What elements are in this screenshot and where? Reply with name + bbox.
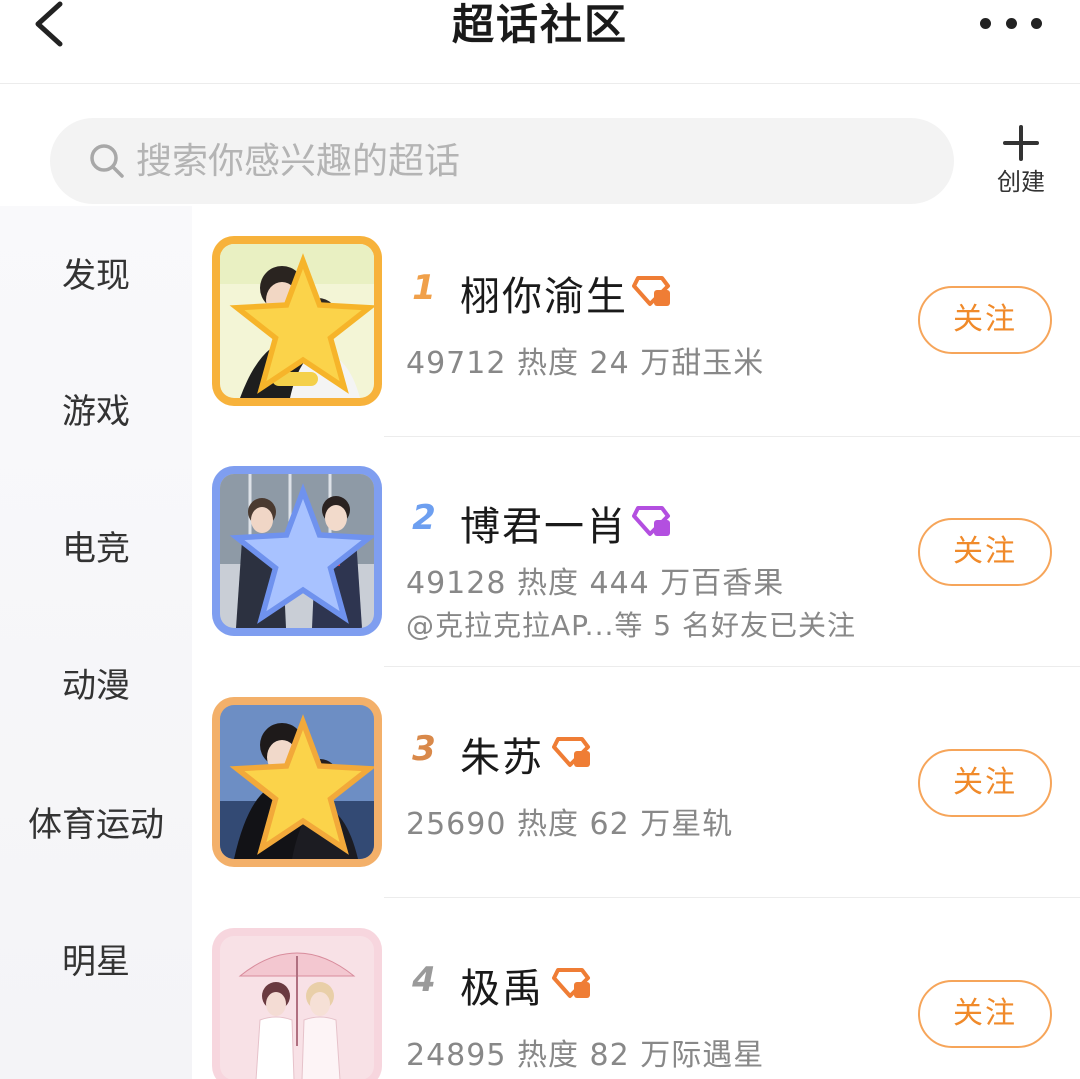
topic-stats: 49128 热度 444 万百香果 xyxy=(406,566,785,601)
topic-name: 极禹 xyxy=(460,966,544,1012)
rank-number: 4 xyxy=(412,960,436,1000)
star-decoration-icon xyxy=(229,483,374,624)
chevron-left-icon xyxy=(35,1,63,47)
create-button[interactable]: 创建 xyxy=(988,120,1054,200)
cover-image xyxy=(220,936,374,1079)
star-decoration-icon xyxy=(229,714,374,855)
follow-button[interactable]: 关注 xyxy=(918,749,1052,817)
topic-row[interactable]: 3 朱苏 25690 热度 62 万星轨 关注 xyxy=(192,667,1080,898)
level-diamond-icon xyxy=(552,737,590,767)
page-title: 超话社区 xyxy=(451,0,628,49)
follow-button[interactable]: 关注 xyxy=(918,518,1052,586)
topic-cover xyxy=(212,697,382,867)
search-bar[interactable] xyxy=(50,118,954,204)
more-dot xyxy=(1031,17,1042,29)
level-diamond-icon xyxy=(632,276,670,306)
friends-followed: @克拉克拉AP...等 5 名好友已关注 xyxy=(406,609,856,642)
sidebar-item-celebrity[interactable]: 明星 xyxy=(0,927,192,997)
back-button[interactable] xyxy=(30,0,74,52)
search-icon xyxy=(90,144,124,178)
follow-button[interactable]: 关注 xyxy=(918,980,1052,1048)
topic-row[interactable]: 4 极禹 24895 热度 82 万际遇星 关注 xyxy=(192,898,1080,1079)
more-dot xyxy=(980,17,991,29)
topic-stats: 24895 热度 82 万际遇星 xyxy=(406,1038,765,1073)
top-bar: 超话社区 xyxy=(0,0,1080,84)
search-input[interactable] xyxy=(136,140,876,182)
more-button[interactable] xyxy=(980,12,1042,34)
topic-stats: 49712 热度 24 万甜玉米 xyxy=(406,346,765,381)
topic-row[interactable]: 1 栩你渝生 49712 热度 24 万甜玉米 关注 xyxy=(192,206,1080,437)
star-decoration-icon xyxy=(229,253,374,394)
sidebar-item-discover[interactable]: 发现 xyxy=(0,241,192,311)
topic-stats: 25690 热度 62 万星轨 xyxy=(406,807,734,842)
sidebar-item-games[interactable]: 游戏 xyxy=(0,377,192,447)
follow-button[interactable]: 关注 xyxy=(918,286,1052,354)
topic-name: 朱苏 xyxy=(460,735,544,781)
topic-cover xyxy=(212,466,382,636)
level-diamond-icon xyxy=(632,506,670,536)
more-dot xyxy=(1005,17,1017,29)
topic-cover xyxy=(212,928,382,1079)
sidebar-item-esports[interactable]: 电竞 xyxy=(0,514,192,584)
topic-name: 栩你渝生 xyxy=(460,274,628,320)
topic-name: 博君一肖 xyxy=(460,504,628,550)
plus-icon xyxy=(1003,125,1039,161)
topic-cover xyxy=(212,236,382,406)
rank-number: 3 xyxy=(412,729,436,769)
rank-number: 2 xyxy=(412,498,436,538)
category-sidebar: 发现 游戏 电竞 动漫 体育运动 明星 xyxy=(0,206,192,1079)
topic-row[interactable]: 2 博君一肖 49128 热度 444 万百香果 @克拉克拉AP...等 5 名… xyxy=(192,436,1080,667)
level-diamond-icon xyxy=(552,968,590,998)
sidebar-item-anime[interactable]: 动漫 xyxy=(0,651,192,721)
create-label: 创建 xyxy=(997,168,1045,196)
sidebar-item-sports[interactable]: 体育运动 xyxy=(0,790,192,860)
rank-number: 1 xyxy=(412,268,436,308)
topic-list: 1 栩你渝生 49712 热度 24 万甜玉米 关注 2 博君一肖 49128 … xyxy=(192,206,1080,1079)
